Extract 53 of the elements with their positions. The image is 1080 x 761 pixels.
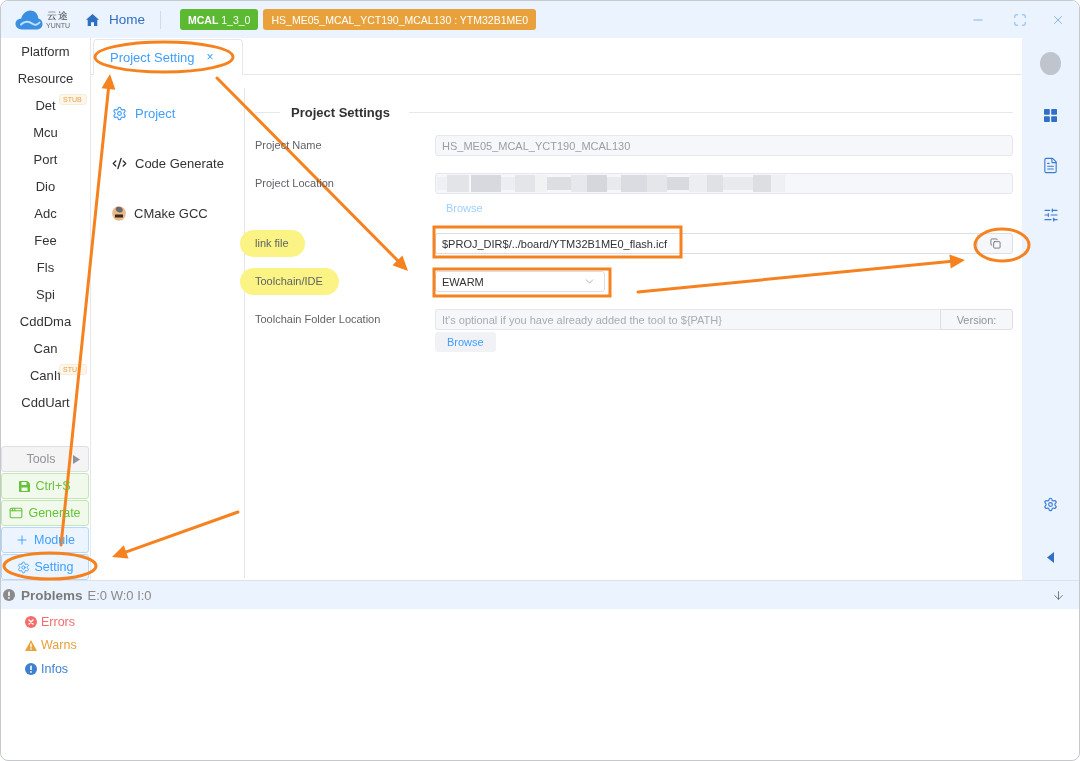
gear-icon <box>112 105 127 121</box>
module-item[interactable]: Resource <box>17 70 74 87</box>
warning-icon <box>25 639 37 651</box>
home-button[interactable]: Home <box>86 12 145 27</box>
select-field[interactable]: EWARM <box>435 271 605 292</box>
module-item[interactable]: Fee <box>34 232 57 249</box>
caret-right-icon <box>72 454 80 464</box>
section-title: Project Settings <box>291 104 390 120</box>
settings-nav-item[interactable]: CMake GCC <box>112 205 208 221</box>
logo-text: 云途 <box>47 10 70 21</box>
field-label: link file <box>240 230 305 257</box>
version-tag: HS_ME05_MCAL_YCT190_MCAL130 : YTM32B1ME0 <box>263 9 537 30</box>
round-logo-icon <box>112 205 126 221</box>
plus-icon <box>15 533 29 547</box>
text-field[interactable]: $PROJ_DIR$/../board/YTM32B1ME0_flash.icf <box>435 233 977 254</box>
module-item[interactable]: Spi <box>36 286 55 303</box>
module-item[interactable]: Adc <box>34 205 57 222</box>
version-tag: MCAL 1_3_0 <box>180 9 259 30</box>
grid-icon[interactable] <box>1044 108 1057 122</box>
error-icon <box>25 615 37 628</box>
module-item[interactable]: CddUart <box>21 394 70 411</box>
arrow-down-icon[interactable] <box>1052 588 1065 602</box>
module-item[interactable]: Fls <box>36 259 55 276</box>
module-item[interactable]: Can <box>33 340 58 357</box>
code-icon <box>112 155 127 171</box>
problems-summary: E:0 W:0 I:0 <box>87 587 152 603</box>
module-item[interactable]: Dio <box>35 178 56 195</box>
info-icon <box>3 589 15 601</box>
info-filter[interactable]: Infos <box>25 657 69 681</box>
module-item[interactable]: CddDma <box>19 313 72 330</box>
version-label: Version: <box>940 309 1013 330</box>
document-icon[interactable] <box>1042 156 1059 174</box>
field-label: Toolchain/IDE <box>240 268 339 295</box>
gear-icon <box>16 560 30 574</box>
caret-left-icon[interactable] <box>1047 552 1054 563</box>
annotation-ellipse <box>973 227 1031 263</box>
module-item[interactable]: Port <box>33 151 58 168</box>
sliders-icon[interactable] <box>1042 207 1059 223</box>
cloud-logo-icon <box>15 9 43 30</box>
settings-nav-item[interactable]: Code Generate <box>112 155 224 171</box>
module-item[interactable]: Platform <box>21 43 70 60</box>
window-icon <box>9 506 24 520</box>
copy-button[interactable] <box>977 233 1013 254</box>
module-item[interactable]: CanIf <box>29 367 62 384</box>
module-item[interactable]: Mcu <box>33 124 58 141</box>
save-icon <box>19 480 31 492</box>
copy-icon <box>989 238 1001 249</box>
field-label: Toolchain Folder Location <box>255 312 381 327</box>
home-icon <box>86 13 99 26</box>
info-icon <box>25 662 37 675</box>
problems-title: Problems <box>21 587 83 603</box>
module-item[interactable]: Det <box>35 97 56 114</box>
settings-icon[interactable] <box>1043 497 1058 512</box>
